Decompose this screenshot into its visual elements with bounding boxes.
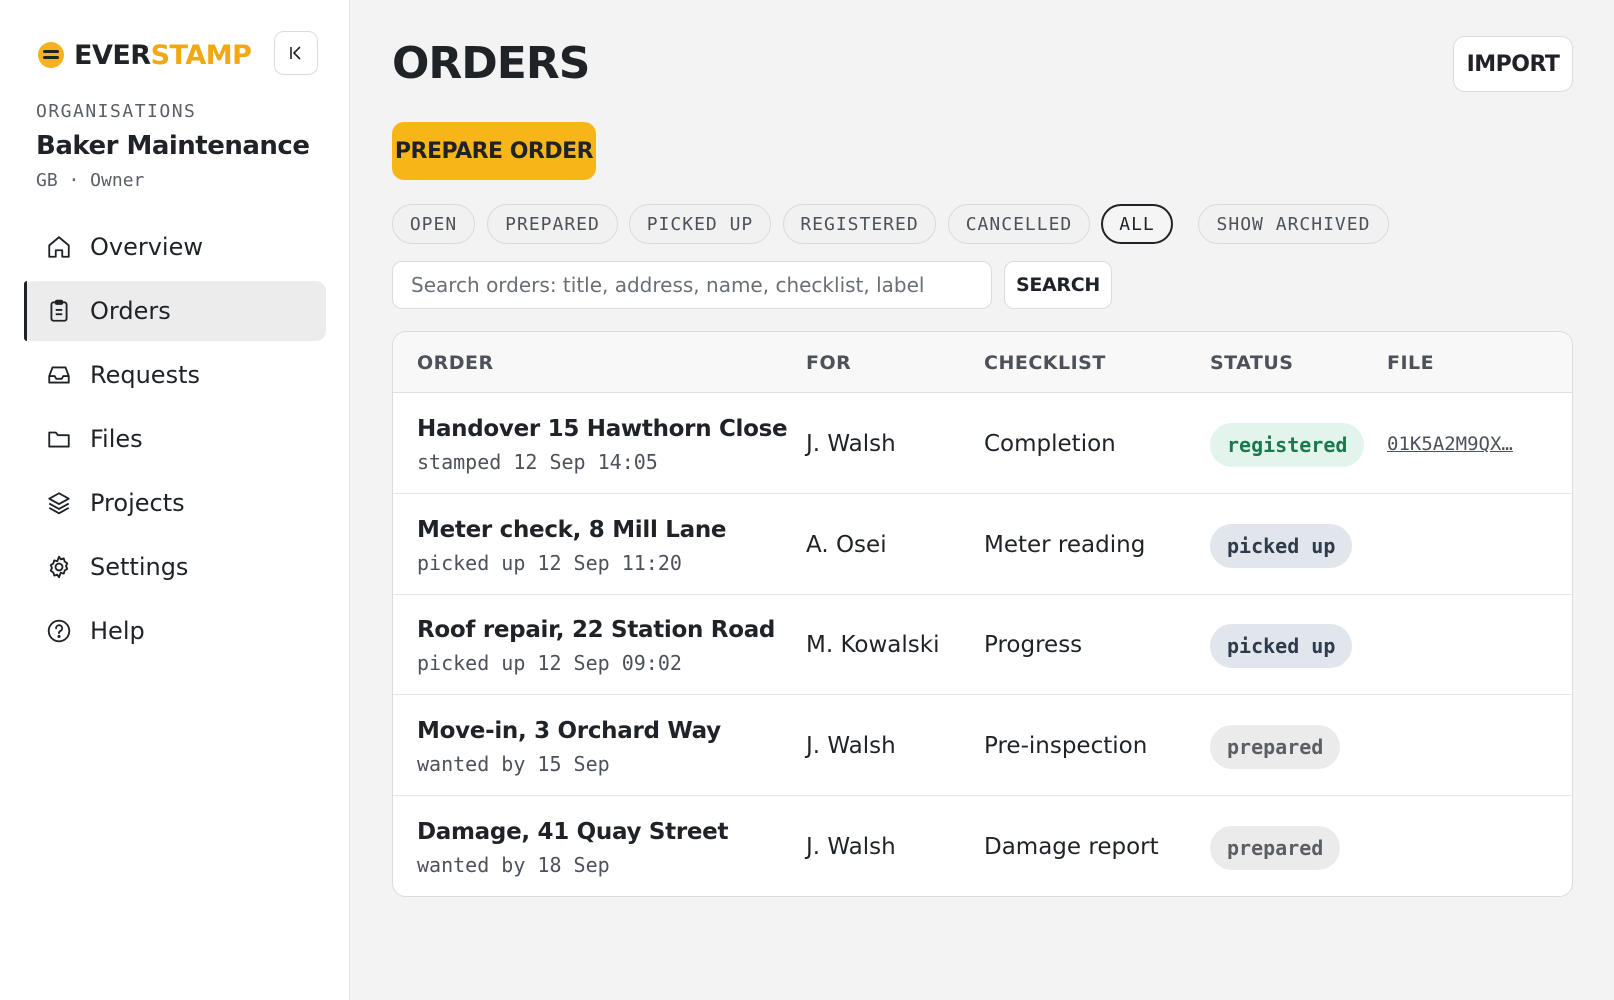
table-row[interactable]: Handover 15 Hawthorn Close stamped 12 Se… xyxy=(393,393,1572,494)
brand-name-part2: STAMP xyxy=(150,39,252,71)
sidebar: EVERSTAMP ORGANISATIONS Baker Maintenanc… xyxy=(0,0,350,1000)
status-badge: picked up xyxy=(1210,524,1353,568)
prepare-order-button[interactable]: PREPARE ORDER xyxy=(392,122,596,180)
sidebar-item-label: Overview xyxy=(90,233,203,261)
order-checklist: Pre-inspection xyxy=(984,733,1148,759)
folder-icon xyxy=(46,426,72,452)
sidebar-item-label: Settings xyxy=(90,553,189,581)
file-link[interactable]: 01K5A2M9QX… xyxy=(1387,433,1527,455)
order-title[interactable]: Meter check, 8 Mill Lane xyxy=(417,517,727,543)
column-header-status[interactable]: STATUS xyxy=(1210,352,1293,374)
sidebar-item-label: Projects xyxy=(90,489,185,517)
search-input[interactable] xyxy=(392,261,992,309)
filter-chip-open[interactable]: OPEN xyxy=(392,204,475,244)
order-title[interactable]: Damage, 41 Quay Street xyxy=(417,819,728,845)
order-for: J. Walsh xyxy=(806,733,896,759)
filter-chip-picked-up[interactable]: PICKED UP xyxy=(629,204,771,244)
filter-chip-prepared[interactable]: PREPARED xyxy=(487,204,618,244)
table-row[interactable]: Move-in, 3 Orchard Way wanted by 15 Sep … xyxy=(393,695,1572,796)
org-meta: GB · Owner xyxy=(36,170,145,191)
order-checklist: Meter reading xyxy=(984,532,1146,558)
inbox-icon xyxy=(46,362,72,388)
status-badge: picked up xyxy=(1210,624,1353,668)
status-badge: prepared xyxy=(1210,725,1341,769)
status-badge: registered xyxy=(1210,423,1365,467)
order-timestamp: picked up 12 Sep 11:20 xyxy=(417,551,682,575)
order-for: A. Osei xyxy=(806,532,887,558)
order-checklist: Damage report xyxy=(984,834,1159,860)
order-timestamp: wanted by 15 Sep xyxy=(417,752,610,776)
column-header-file[interactable]: FILE xyxy=(1387,352,1434,374)
table-header: ORDER FOR CHECKLIST STATUS FILE xyxy=(393,332,1572,393)
show-archived-toggle[interactable]: SHOW ARCHIVED xyxy=(1198,204,1389,244)
brand-name-part1: EVER xyxy=(74,39,151,71)
order-for: J. Walsh xyxy=(806,834,896,860)
search-button[interactable]: SEARCH xyxy=(1004,261,1112,309)
gear-icon xyxy=(46,554,72,580)
order-title[interactable]: Handover 15 Hawthorn Close xyxy=(417,416,788,442)
order-title[interactable]: Move-in, 3 Orchard Way xyxy=(417,718,721,744)
collapse-left-icon xyxy=(286,43,306,63)
sidebar-item-label: Orders xyxy=(90,297,171,325)
order-for: M. Kowalski xyxy=(806,632,940,658)
sidebar-item-settings[interactable]: Settings xyxy=(24,537,326,597)
import-button[interactable]: IMPORT xyxy=(1453,36,1573,92)
page-title: ORDERS xyxy=(392,38,590,89)
sidebar-item-label: Requests xyxy=(90,361,200,389)
filter-chip-all[interactable]: ALL xyxy=(1101,204,1173,244)
column-header-order[interactable]: ORDER xyxy=(417,352,494,374)
order-for: J. Walsh xyxy=(806,431,896,457)
sidebar-item-overview[interactable]: Overview xyxy=(24,217,326,277)
sidebar-item-orders[interactable]: Orders xyxy=(24,281,326,341)
column-header-checklist[interactable]: CHECKLIST xyxy=(984,352,1106,374)
table-row[interactable]: Meter check, 8 Mill Lane picked up 12 Se… xyxy=(393,494,1572,595)
clipboard-icon xyxy=(46,298,72,324)
orders-table: ORDER FOR CHECKLIST STATUS FILE Handover… xyxy=(392,331,1573,897)
sidebar-item-projects[interactable]: Projects xyxy=(24,473,326,533)
collapse-sidebar-button[interactable] xyxy=(274,31,318,75)
org-label: ORGANISATIONS xyxy=(36,101,197,122)
sidebar-item-files[interactable]: Files xyxy=(24,409,326,469)
brand-mark-icon xyxy=(38,42,64,68)
filter-chip-cancelled[interactable]: CANCELLED xyxy=(948,204,1090,244)
filter-chip-registered[interactable]: REGISTERED xyxy=(783,204,936,244)
order-checklist: Progress xyxy=(984,632,1083,658)
table-row[interactable]: Roof repair, 22 Station Road picked up 1… xyxy=(393,594,1572,695)
order-timestamp: stamped 12 Sep 14:05 xyxy=(417,450,658,474)
order-checklist: Completion xyxy=(984,431,1116,457)
table-row[interactable]: Damage, 41 Quay Street wanted by 18 Sep … xyxy=(393,796,1572,896)
sidebar-nav: Overview Orders Requests Files Projects xyxy=(24,217,326,665)
sidebar-item-requests[interactable]: Requests xyxy=(24,345,326,405)
sidebar-item-label: Files xyxy=(90,425,143,453)
order-title[interactable]: Roof repair, 22 Station Road xyxy=(417,617,775,643)
org-name[interactable]: Baker Maintenance xyxy=(36,131,310,161)
sidebar-item-label: Help xyxy=(90,617,145,645)
home-icon xyxy=(46,234,72,260)
column-header-for[interactable]: FOR xyxy=(806,352,851,374)
brand-name: EVERSTAMP xyxy=(74,39,252,71)
status-badge: prepared xyxy=(1210,826,1341,870)
brand-logo[interactable]: EVERSTAMP xyxy=(38,38,252,72)
sidebar-item-help[interactable]: Help xyxy=(24,601,326,661)
layers-icon xyxy=(46,490,72,516)
order-timestamp: wanted by 18 Sep xyxy=(417,853,610,877)
help-circle-icon xyxy=(46,618,72,644)
order-timestamp: picked up 12 Sep 09:02 xyxy=(417,651,682,675)
